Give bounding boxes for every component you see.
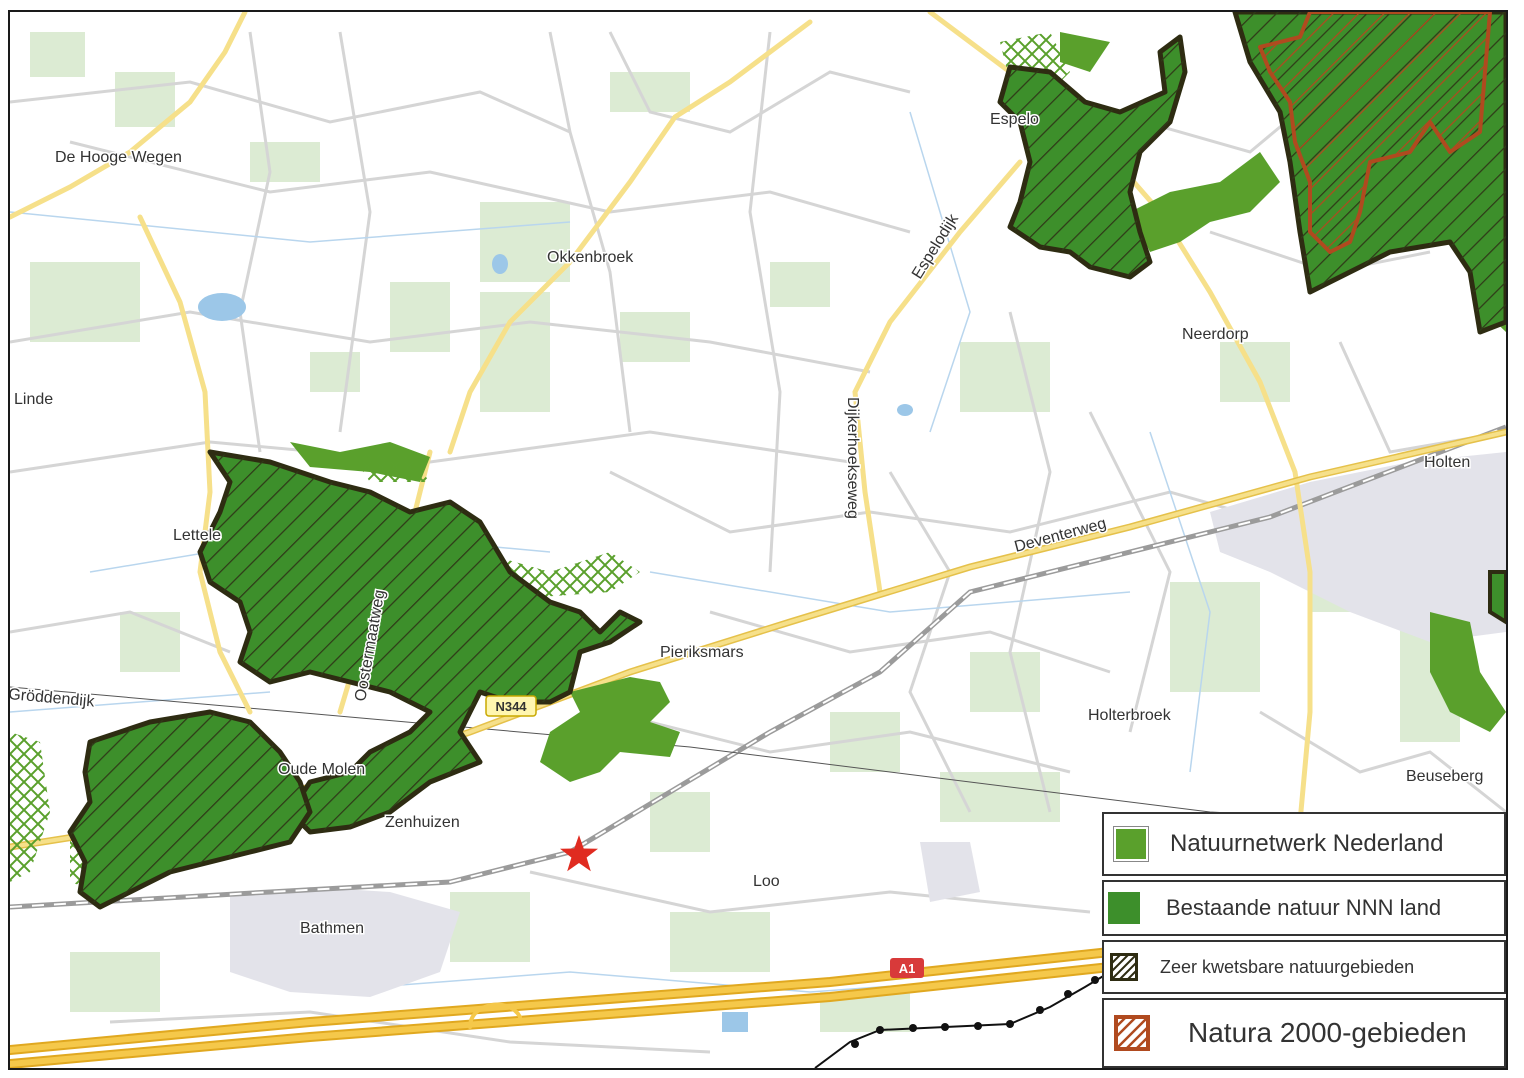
- place-beuseberg: Beuseberg: [1406, 768, 1483, 785]
- place-holterbroek: Holterbroek: [1088, 707, 1172, 724]
- solid-green-swatch-icon: [1113, 826, 1149, 862]
- legend-label-nnn: Natuurnetwerk Nederland: [1170, 830, 1444, 857]
- place-espelo: Espelo: [990, 111, 1039, 128]
- legend-item-vulnerable: Zeer kwetsbare natuurgebieden: [1102, 940, 1506, 994]
- n344-label: N344: [495, 699, 527, 714]
- place-lettele: Lettele: [173, 527, 221, 544]
- legend-item-nnn-existing: Bestaande natuur NNN land: [1102, 880, 1506, 936]
- place-loo: Loo: [753, 873, 780, 890]
- place-holten: Holten: [1424, 454, 1470, 471]
- road-label-dijkerhoekseweg: Dijkerhoekseweg: [844, 397, 861, 519]
- legend-label-natura2000: Natura 2000-gebieden: [1188, 1017, 1467, 1048]
- map-frame: N344 A1 De Hooge Wegen Okkenbroek Linde …: [8, 10, 1508, 1070]
- place-neerdorp: Neerdorp: [1182, 326, 1249, 343]
- place-oude-molen: Oude Molen: [278, 761, 365, 778]
- road-label-espelodijk: Espelodijk: [909, 210, 963, 282]
- place-zenhuizen: Zenhuizen: [385, 814, 460, 831]
- legend-label-nnn-existing: Bestaande natuur NNN land: [1166, 895, 1442, 920]
- place-okkenbroek: Okkenbroek: [547, 249, 634, 266]
- a1-label: A1: [899, 961, 916, 976]
- a1-shield: A1: [890, 958, 924, 978]
- hatched-dark-swatch-icon: [1110, 953, 1138, 981]
- place-pierikmars: Pieriksmars: [660, 644, 744, 661]
- n344-shield: N344: [485, 695, 537, 717]
- road-label-groddendijk: Gröddendijk: [10, 686, 96, 711]
- solid-dark-green-swatch-icon: [1108, 892, 1140, 924]
- place-bathmen: Bathmen: [300, 920, 364, 937]
- place-de-hooge-wegen: De Hooge Wegen: [55, 149, 182, 166]
- a1-motorway: [10, 947, 1115, 1068]
- legend-item-nnn: Natuurnetwerk Nederland: [1102, 812, 1506, 876]
- legend-label-vulnerable: Zeer kwetsbare natuurgebieden: [1160, 956, 1415, 977]
- place-linde: Linde: [14, 391, 53, 408]
- hatched-brown-swatch-icon: [1114, 1015, 1150, 1051]
- legend-item-natura2000: Natura 2000-gebieden: [1102, 998, 1506, 1068]
